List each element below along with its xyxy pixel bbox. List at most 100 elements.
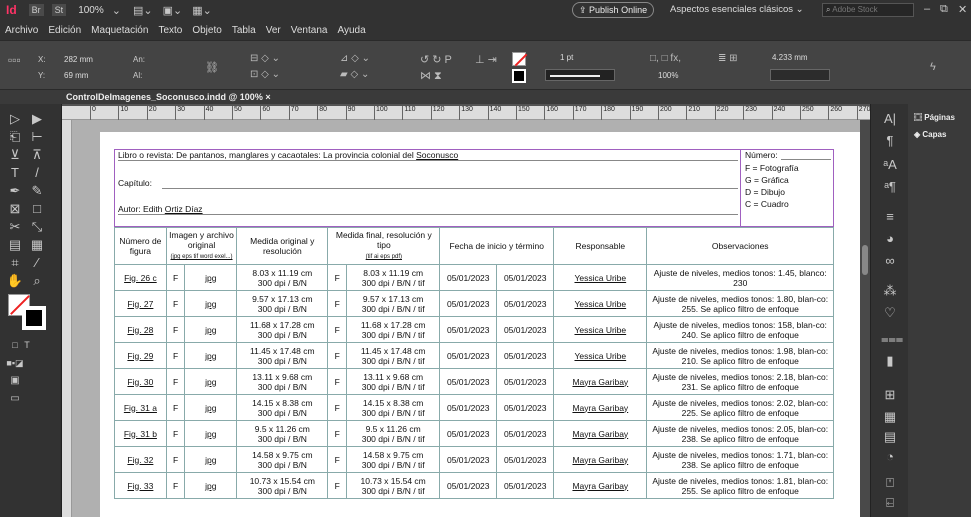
type2-cell[interactable]: F: [327, 394, 348, 421]
scroll-thumb[interactable]: [862, 245, 868, 275]
start-date-cell[interactable]: 05/01/2023: [439, 472, 498, 499]
layers-panel-tab[interactable]: ◈ Capas: [914, 130, 946, 139]
orig-cell[interactable]: 10.73 x 15.54 cm 300 dpi / B/N: [236, 472, 329, 499]
start-date-cell[interactable]: 05/01/2023: [439, 290, 498, 317]
image-control-table[interactable]: Número de figura Imagen y archivo origin…: [114, 227, 834, 499]
fill-swatch[interactable]: [512, 52, 528, 67]
type-cell[interactable]: F: [165, 420, 186, 447]
document-page[interactable]: Libro o revista: De pantanos, manglares …: [100, 132, 870, 517]
menu-ayuda[interactable]: Ayuda: [332, 25, 370, 36]
type-cell[interactable]: F: [165, 472, 186, 499]
stock-button[interactable]: St: [51, 4, 67, 16]
observaciones-cell[interactable]: Ajuste de niveles, medios tonos: 2.05, b…: [646, 420, 834, 447]
type2-cell[interactable]: F: [327, 342, 348, 369]
scale-y-field[interactable]: ⊡ ◇ ⌄: [250, 69, 280, 80]
table-row[interactable]: Fig. 27 Fjpg 9.57 x 17.13 cm 300 dpi / B/N F…: [114, 290, 834, 317]
end-date-cell[interactable]: 05/01/2023: [496, 472, 555, 499]
style-select[interactable]: [770, 69, 830, 81]
stroke-type-select[interactable]: [545, 69, 615, 81]
end-date-cell[interactable]: 05/01/2023: [496, 342, 555, 369]
start-date-cell[interactable]: 05/01/2023: [439, 316, 498, 343]
menu-archivo[interactable]: Archivo: [0, 25, 43, 36]
responsable-cell[interactable]: Yessica Uribe: [553, 290, 648, 317]
chevron-down-icon[interactable]: ⌄: [112, 4, 121, 17]
line-tool-icon[interactable]: /: [28, 164, 46, 182]
table-panel-icon[interactable]: ⊞: [881, 386, 899, 404]
table-row[interactable]: Fig. 31 a Fjpg 14.15 x 8.38 cm 300 dpi / B/…: [114, 394, 834, 421]
character-styles-icon[interactable]: ᵃA: [881, 156, 899, 174]
workspace-switcher[interactable]: Aspectos esenciales clásicos ⌄: [670, 4, 804, 15]
fig-cell[interactable]: Fig. 26 c: [114, 264, 167, 291]
constrain-icon[interactable]: ⛓: [205, 61, 219, 74]
arrange-docs-icon[interactable]: ▦⌄: [192, 4, 212, 17]
start-date-cell[interactable]: 05/01/2023: [439, 342, 498, 369]
fill-stroke-swatch[interactable]: [8, 294, 48, 332]
final-cell[interactable]: 11.45 x 17.48 cm 300 dpi / B/N / tif: [346, 342, 441, 369]
fig-cell[interactable]: Fig. 31 a: [114, 394, 167, 421]
canvas[interactable]: Libro o revista: De pantanos, manglares …: [72, 120, 870, 517]
zoom-tool-icon[interactable]: ⌕: [28, 272, 46, 290]
pencil-tool-icon[interactable]: ✎: [28, 182, 46, 200]
observaciones-cell[interactable]: Ajuste de niveles, medios tonos: 1.98, b…: [646, 342, 834, 369]
text-wrap-icon[interactable]: ⩶: [881, 330, 903, 348]
stroke-weight-field[interactable]: 1 pt: [560, 53, 573, 62]
responsable-cell[interactable]: Mayra Garibay: [553, 472, 648, 499]
observaciones-cell[interactable]: Ajuste de niveles, medios tonos: 1.45, b…: [646, 264, 834, 291]
orig-cell[interactable]: 13.11 x 9.68 cm 300 dpi / B/N: [236, 368, 329, 395]
responsable-cell[interactable]: Yessica Uribe: [553, 316, 648, 343]
final-cell[interactable]: 13.11 x 9.68 cm 300 dpi / B/N / tif: [346, 368, 441, 395]
type-tool-icon[interactable]: T: [6, 164, 24, 182]
orig-cell[interactable]: 14.58 x 9.75 cm 300 dpi / B/N: [236, 446, 329, 473]
rectangle-tool-icon[interactable]: □: [28, 200, 46, 218]
file-cell[interactable]: jpg: [184, 420, 238, 447]
pages-panel-tab[interactable]: ⿴ Páginas: [914, 112, 955, 123]
final-cell[interactable]: 14.15 x 8.38 cm 300 dpi / B/N / tif: [346, 394, 441, 421]
menu-maquetacion[interactable]: Maquetación: [86, 25, 153, 36]
file-cell[interactable]: jpg: [184, 264, 238, 291]
orig-cell[interactable]: 11.68 x 17.28 cm 300 dpi / B/N: [236, 316, 329, 343]
menu-texto[interactable]: Texto: [153, 25, 187, 36]
lightning-icon[interactable]: ϟ: [930, 61, 936, 73]
object-styles-icon[interactable]: ⍞: [881, 474, 899, 492]
table-row[interactable]: Fig. 32 Fjpg 14.58 x 9.75 cm 300 dpi / B/N F…: [114, 446, 834, 473]
final-cell[interactable]: 8.03 x 11.19 cm 300 dpi / B/N / tif: [346, 264, 441, 291]
type-cell[interactable]: F: [165, 394, 186, 421]
type2-cell[interactable]: F: [327, 264, 348, 291]
observaciones-cell[interactable]: Ajuste de niveles, medios tonos: 158, bl…: [646, 316, 834, 343]
orig-cell[interactable]: 11.45 x 17.48 cm 300 dpi / B/N: [236, 342, 329, 369]
fig-cell[interactable]: Fig. 29: [114, 342, 167, 369]
screen-mode-icon[interactable]: ▣⌄: [163, 4, 183, 17]
cc-libraries-icon[interactable]: ♡: [881, 304, 899, 322]
file-cell[interactable]: jpg: [184, 368, 238, 395]
gradient-swatch-tool-icon[interactable]: ▤: [6, 236, 24, 254]
end-date-cell[interactable]: 05/01/2023: [496, 394, 555, 421]
type-cell[interactable]: F: [165, 264, 186, 291]
color-panel-icon[interactable]: ◕: [881, 230, 899, 248]
publish-online-button[interactable]: ⇪ Publish Online: [572, 2, 655, 18]
file-cell[interactable]: jpg: [184, 394, 238, 421]
fig-cell[interactable]: Fig. 28: [114, 316, 167, 343]
table-row[interactable]: Fig. 30 Fjpg 13.11 x 9.68 cm 300 dpi / B/N F…: [114, 368, 834, 395]
page-tool-icon[interactable]: ⎗: [6, 128, 24, 146]
stroke-swatch[interactable]: [512, 69, 526, 83]
end-date-cell[interactable]: 05/01/2023: [496, 420, 555, 447]
final-cell[interactable]: 14.58 x 9.75 cm 300 dpi / B/N / tif: [346, 446, 441, 473]
apply-color-icon[interactable]: ■▪◪: [6, 354, 24, 372]
rectangle-frame-tool-icon[interactable]: ⊠: [6, 200, 24, 218]
minimize-button[interactable]: –: [924, 3, 930, 15]
type-cell[interactable]: F: [165, 290, 186, 317]
stroke-panel-icon[interactable]: ≡: [881, 208, 899, 226]
type2-cell[interactable]: F: [327, 290, 348, 317]
orig-cell[interactable]: 8.03 x 11.19 cm 300 dpi / B/N: [236, 264, 329, 291]
observaciones-cell[interactable]: Ajuste de niveles, medios tonos: 2.02, b…: [646, 394, 834, 421]
table-row[interactable]: Fig. 26 c Fjpg 8.03 x 11.19 cm 300 dpi / B/…: [114, 264, 834, 291]
type-cell[interactable]: F: [165, 342, 186, 369]
selection-tool-icon[interactable]: ▷: [6, 110, 24, 128]
text-format-icon[interactable]: T: [18, 336, 36, 354]
document-tab[interactable]: ControlDeImagenes_Soconusco.indd @ 100% …: [66, 92, 271, 106]
scissors-tool-icon[interactable]: ✂: [6, 218, 24, 236]
pen-tool-icon[interactable]: ✒: [6, 182, 24, 200]
select-container-icon[interactable]: ⊥ ⇥: [475, 53, 497, 66]
final-cell[interactable]: 9.57 x 17.13 cm 300 dpi / B/N / tif: [346, 290, 441, 317]
observaciones-cell[interactable]: Ajuste de niveles, medios tonos: 2.18, b…: [646, 368, 834, 395]
